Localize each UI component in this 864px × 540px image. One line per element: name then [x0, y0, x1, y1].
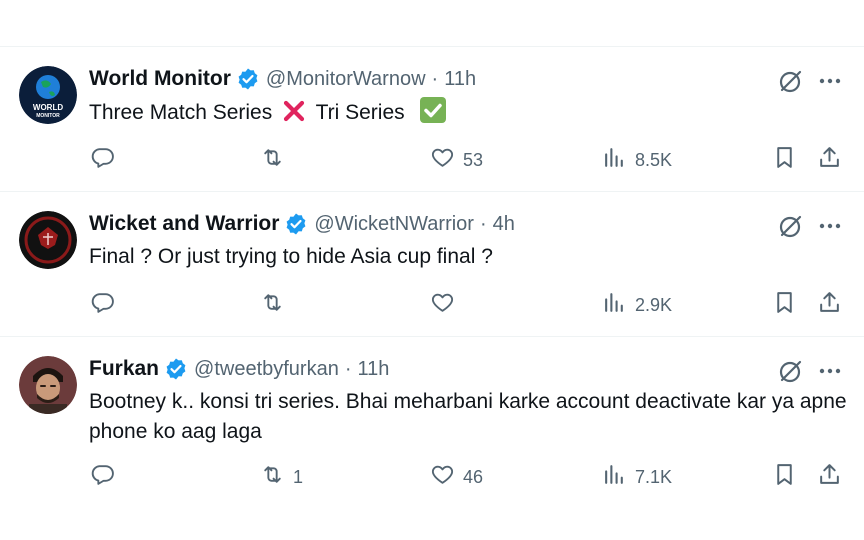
- timestamp[interactable]: 11h: [444, 68, 476, 91]
- separator-dot: ·: [344, 357, 352, 380]
- bookmark-button[interactable]: [772, 290, 797, 320]
- like-button[interactable]: 53: [430, 145, 483, 175]
- repost-count: 1: [293, 466, 304, 487]
- tweet-text: Final ? Or just trying to hide Asia cup …: [89, 245, 493, 268]
- grok-icon[interactable]: [778, 358, 804, 384]
- bookmark-button[interactable]: [772, 145, 797, 175]
- like-icon: [430, 290, 455, 320]
- views-count: 8.5K: [635, 149, 673, 170]
- views-count: 2.9K: [635, 294, 673, 315]
- like-count: 46: [463, 466, 484, 487]
- tweet-header: Furkan @tweetbyfurkan · 11h: [89, 355, 389, 383]
- action-bar: 1 46 7.1K: [0, 462, 864, 492]
- reply-icon: [90, 462, 115, 492]
- views-icon: [602, 145, 627, 175]
- timestamp[interactable]: 11h: [358, 358, 390, 381]
- share-button[interactable]: [817, 145, 842, 175]
- top-bar: [0, 0, 864, 47]
- like-count: 53: [463, 149, 484, 170]
- reply-button[interactable]: [90, 290, 123, 320]
- bookmark-icon: [772, 290, 797, 320]
- views-button[interactable]: 7.1K: [602, 462, 672, 492]
- tweet-header: Wicket and Warrior @WicketNWarrior · 4h: [89, 210, 515, 238]
- reply-icon: [90, 290, 115, 320]
- reply-icon: [90, 145, 115, 175]
- handle[interactable]: @WicketNWarrior: [314, 213, 474, 236]
- views-count: 7.1K: [635, 466, 673, 487]
- repost-button[interactable]: 1: [260, 462, 303, 492]
- avatar-text-2: MONITOR: [36, 113, 60, 119]
- like-icon: [430, 145, 455, 175]
- like-button[interactable]: [430, 290, 463, 320]
- timestamp[interactable]: 4h: [493, 213, 515, 236]
- action-bar: 53 8.5K: [0, 145, 864, 175]
- tweet-text: Bootney k.. konsi tri series. Bhai mehar…: [89, 390, 847, 443]
- bookmark-icon: [772, 145, 797, 175]
- verified-badge-icon: [236, 67, 260, 91]
- more-icon[interactable]: [817, 358, 843, 384]
- check-mark-icon: [420, 97, 447, 132]
- like-button[interactable]: 46: [430, 462, 483, 492]
- tweet-text: Three Match Series Tri Series: [89, 97, 849, 132]
- like-icon: [430, 462, 455, 492]
- tweet-world-monitor[interactable]: WORLD MONITOR World Monitor @MonitorWarn…: [0, 47, 864, 192]
- reply-button[interactable]: [90, 145, 123, 175]
- tweet-wicket-and-warrior[interactable]: Wicket and Warrior @WicketNWarrior · 4h …: [0, 192, 864, 337]
- bookmark-icon: [772, 462, 797, 492]
- tweet-header: World Monitor @MonitorWarnow · 11h: [89, 65, 476, 93]
- repost-button[interactable]: [260, 290, 293, 320]
- repost-button[interactable]: [260, 145, 293, 175]
- action-bar: 2.9K: [0, 290, 864, 320]
- display-name[interactable]: World Monitor: [89, 67, 231, 91]
- share-button[interactable]: [817, 462, 842, 492]
- handle[interactable]: @tweetbyfurkan: [194, 358, 339, 381]
- share-icon: [817, 462, 842, 492]
- views-icon: [602, 290, 627, 320]
- verified-badge-icon: [164, 357, 188, 381]
- repost-icon: [260, 145, 285, 175]
- repost-icon: [260, 462, 285, 492]
- cross-mark-icon: [282, 99, 306, 132]
- more-icon[interactable]: [817, 68, 843, 94]
- repost-icon: [260, 290, 285, 320]
- text-part-2: Tri Series: [315, 101, 405, 124]
- grok-icon[interactable]: [778, 68, 804, 94]
- share-icon: [817, 145, 842, 175]
- more-icon[interactable]: [817, 213, 843, 239]
- share-icon: [817, 290, 842, 320]
- separator-dot: ·: [479, 212, 487, 235]
- avatar[interactable]: WORLD MONITOR: [19, 66, 77, 124]
- share-button[interactable]: [817, 290, 842, 320]
- reply-button[interactable]: [90, 462, 123, 492]
- avatar-text-1: WORLD: [33, 103, 63, 112]
- avatar[interactable]: [19, 211, 77, 269]
- avatar[interactable]: [19, 356, 77, 414]
- views-button[interactable]: 8.5K: [602, 145, 672, 175]
- separator-dot: ·: [431, 67, 439, 90]
- display-name[interactable]: Wicket and Warrior: [89, 212, 279, 236]
- views-button[interactable]: 2.9K: [602, 290, 672, 320]
- verified-badge-icon: [284, 212, 308, 236]
- grok-icon[interactable]: [778, 213, 804, 239]
- tweet-furkan[interactable]: Furkan @tweetbyfurkan · 11h Bootney k.. …: [0, 337, 864, 507]
- bookmark-button[interactable]: [772, 462, 797, 492]
- display-name[interactable]: Furkan: [89, 357, 159, 381]
- views-icon: [602, 462, 627, 492]
- handle[interactable]: @MonitorWarnow: [266, 68, 426, 91]
- text-part-1: Three Match Series: [89, 101, 273, 124]
